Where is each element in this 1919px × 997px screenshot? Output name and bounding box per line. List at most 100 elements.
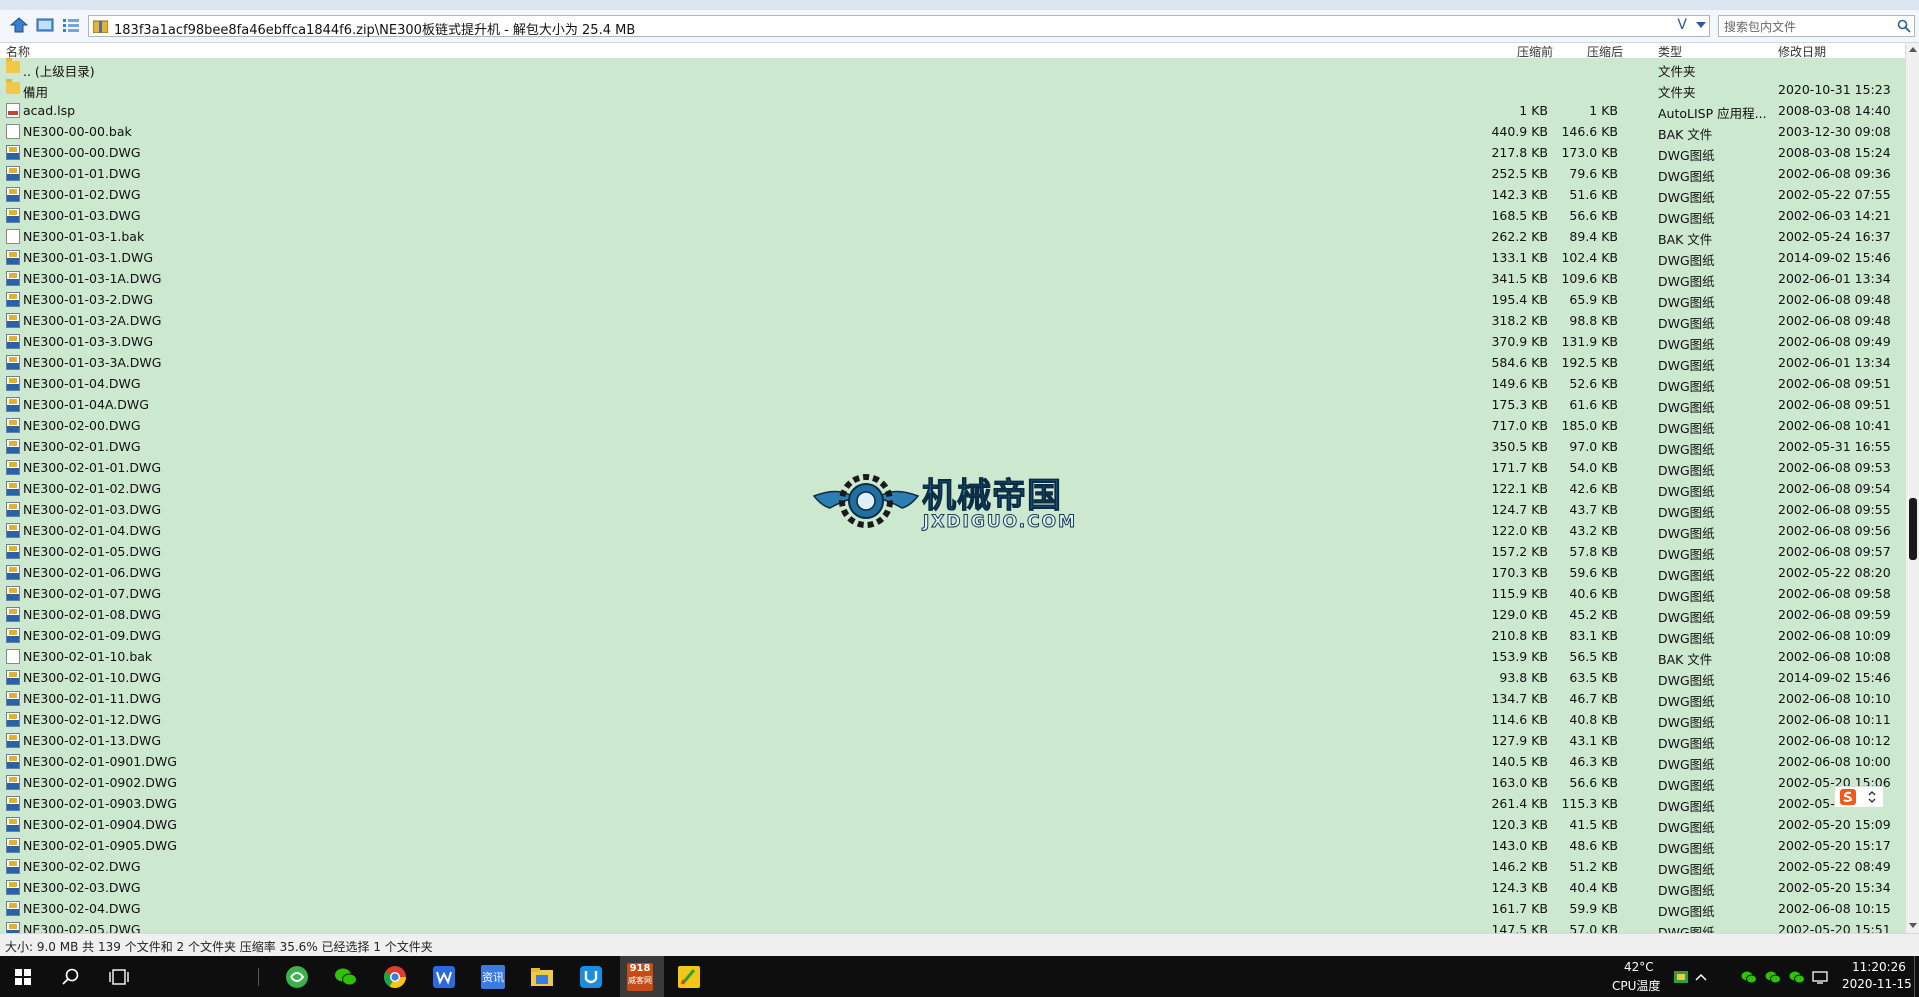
file-packed-size: 146.6 KB xyxy=(1561,124,1618,139)
file-name: NE300-02-01-11.DWG xyxy=(23,691,162,706)
file-row[interactable]: 備用 文件夹 2020-10-31 15:23 xyxy=(0,79,1905,100)
dwg-file-icon xyxy=(6,187,20,202)
file-row[interactable]: NE300-02-01.DWG 350.5 KB 97.0 KB DWG图纸 2002-… xyxy=(0,436,1905,457)
taskbar-news[interactable]: 资讯 xyxy=(480,964,506,990)
tray-app[interactable] xyxy=(1672,964,1690,990)
lsp-file-icon xyxy=(6,103,20,118)
search-icon[interactable] xyxy=(1897,19,1911,33)
file-row[interactable]: NE300-02-01-0903.DWG 261.4 KB 115.3 KB DWG图… xyxy=(0,793,1905,814)
file-row[interactable]: NE300-02-01-0905.DWG 143.0 KB 48.6 KB DWG图纸… xyxy=(0,835,1905,856)
tray-expand-button[interactable] xyxy=(1692,964,1710,990)
file-compressed-size: 252.5 KB xyxy=(1491,166,1548,181)
address-history-icon[interactable]: V xyxy=(1677,17,1687,33)
file-row[interactable]: NE300-01-03-1.DWG 133.1 KB 102.4 KB DWG图纸 20… xyxy=(0,247,1905,268)
file-row[interactable]: NE300-02-05.DWG 147.5 KB 57.0 KB DWG图纸 2002-… xyxy=(0,919,1905,933)
file-row[interactable]: NE300-02-01-0901.DWG 140.5 KB 46.3 KB DWG图纸… xyxy=(0,751,1905,772)
search-box[interactable] xyxy=(1718,15,1915,37)
file-row[interactable]: NE300-02-03.DWG 124.3 KB 40.4 KB DWG图纸 2002-… xyxy=(0,877,1905,898)
file-compressed-size: 93.8 KB xyxy=(1499,670,1548,685)
address-bar[interactable]: 183f3a1acf98bee8fa46ebffca1844f6.zip\NE3… xyxy=(88,15,1710,38)
file-modified: 2002-06-08 09:58 xyxy=(1778,586,1891,601)
file-row[interactable]: NE300-01-04A.DWG 175.3 KB 61.6 KB DWG图纸 2002… xyxy=(0,394,1905,415)
up-folder-button[interactable] xyxy=(8,15,30,35)
taskbar-918-app[interactable]: 918 威客网 xyxy=(627,963,653,991)
file-row[interactable]: NE300-01-02.DWG 142.3 KB 51.6 KB DWG图纸 2002-… xyxy=(0,184,1905,205)
file-row[interactable]: NE300-02-04.DWG 161.7 KB 59.9 KB DWG图纸 2002-… xyxy=(0,898,1905,919)
start-button[interactable] xyxy=(10,964,36,990)
taskbar-uu-app[interactable] xyxy=(578,964,604,990)
file-row[interactable]: NE300-01-03-1.bak 262.2 KB 89.4 KB BAK 文件 20… xyxy=(0,226,1905,247)
taskbar-notes-app[interactable] xyxy=(676,964,702,990)
address-dropdown-icon[interactable] xyxy=(1696,22,1706,28)
taskbar-chrome[interactable] xyxy=(382,964,408,990)
cpu-temperature-label: CPU温度 xyxy=(1612,979,1661,993)
tray-wechat-3[interactable] xyxy=(1788,964,1806,990)
file-row[interactable]: NE300-02-01-0904.DWG 120.3 KB 41.5 KB DWG图纸… xyxy=(0,814,1905,835)
scroll-down-icon[interactable] xyxy=(1909,923,1917,928)
file-row[interactable]: NE300-01-04.DWG 149.6 KB 52.6 KB DWG图纸 2002-… xyxy=(0,373,1905,394)
tray-flag-icon xyxy=(1674,971,1688,983)
vertical-scrollbar[interactable] xyxy=(1905,43,1919,933)
dwg-file-icon xyxy=(6,292,20,307)
file-row[interactable]: NE300-02-01-10.bak 153.9 KB 56.5 KB BAK 文件 2… xyxy=(0,646,1905,667)
tray-wechat-1[interactable] xyxy=(1740,964,1758,990)
view-details-button[interactable] xyxy=(60,15,82,35)
view-icons-button[interactable] xyxy=(34,15,56,35)
file-name: NE300-02-01-09.DWG xyxy=(23,628,162,643)
file-row[interactable]: NE300-02-00.DWG 717.0 KB 185.0 KB DWG图纸 2002… xyxy=(0,415,1905,436)
folder-icon xyxy=(531,968,553,986)
file-modified: 2014-09-02 15:46 xyxy=(1778,250,1891,265)
tray-network[interactable] xyxy=(1811,964,1829,990)
file-row[interactable]: NE300-02-01-08.DWG 129.0 KB 45.2 KB DWG图纸 20… xyxy=(0,604,1905,625)
file-row[interactable]: NE300-02-01-07.DWG 115.9 KB 40.6 KB DWG图纸 20… xyxy=(0,583,1905,604)
tray-wechat-2[interactable] xyxy=(1764,964,1782,990)
file-row[interactable]: NE300-01-03.DWG 168.5 KB 56.6 KB DWG图纸 2002-… xyxy=(0,205,1905,226)
file-name: NE300-01-03-2A.DWG xyxy=(23,313,162,328)
file-row[interactable]: NE300-02-01-0902.DWG 163.0 KB 56.6 KB DWG图纸… xyxy=(0,772,1905,793)
search-input[interactable] xyxy=(1722,17,1894,37)
file-row[interactable]: NE300-00-00.bak 440.9 KB 146.6 KB BAK 文件 200… xyxy=(0,121,1905,142)
file-type: DWG图纸 xyxy=(1658,379,1715,394)
taskbar-search-button[interactable] xyxy=(58,964,84,990)
file-row[interactable]: NE300-02-01-05.DWG 157.2 KB 57.8 KB DWG图纸 20… xyxy=(0,541,1905,562)
file-row[interactable]: NE300-02-02.DWG 146.2 KB 51.2 KB DWG图纸 2002-… xyxy=(0,856,1905,877)
clock-time[interactable]: 11:20:26 xyxy=(1852,960,1906,974)
file-row[interactable]: .. (上级目录) 文件夹 xyxy=(0,58,1905,79)
file-row[interactable]: NE300-02-01-11.DWG 134.7 KB 46.7 KB DWG图纸 20… xyxy=(0,688,1905,709)
file-row[interactable]: NE300-01-03-2A.DWG 318.2 KB 98.8 KB DWG图纸 20… xyxy=(0,310,1905,331)
file-row[interactable]: NE300-01-03-3A.DWG 584.6 KB 192.5 KB DWG图纸 2… xyxy=(0,352,1905,373)
file-row[interactable]: NE300-02-01-10.DWG 93.8 KB 63.5 KB DWG图纸 201… xyxy=(0,667,1905,688)
file-modified: 2002-06-01 13:34 xyxy=(1778,355,1891,370)
file-type: DWG图纸 xyxy=(1658,673,1715,688)
918-app-icon: 918 威客网 xyxy=(627,963,653,991)
task-view-button[interactable] xyxy=(106,964,132,990)
scroll-up-icon[interactable] xyxy=(1909,47,1917,52)
file-row[interactable]: NE300-02-01-06.DWG 170.3 KB 59.6 KB DWG图纸 20… xyxy=(0,562,1905,583)
floating-widget[interactable] xyxy=(1834,786,1884,808)
file-row[interactable]: NE300-02-01-09.DWG 210.8 KB 83.1 KB DWG图纸 20… xyxy=(0,625,1905,646)
file-name: .. (上级目录) xyxy=(23,64,95,79)
file-row[interactable]: NE300-01-03-1A.DWG 341.5 KB 109.6 KB DWG图纸 2… xyxy=(0,268,1905,289)
file-modified: 2008-03-08 14:40 xyxy=(1778,103,1891,118)
file-name: NE300-02-01-01.DWG xyxy=(23,460,162,475)
taskbar-wps-writer[interactable] xyxy=(431,964,457,990)
file-type: DWG图纸 xyxy=(1658,883,1715,898)
sogou-input-icon[interactable] xyxy=(1839,788,1857,806)
file-row[interactable]: acad.lsp 1 KB 1 KB AutoLISP 应用程... 2008-03-0… xyxy=(0,100,1905,121)
file-modified: 2002-06-08 09:55 xyxy=(1778,502,1891,517)
file-row[interactable]: NE300-01-03-2.DWG 195.4 KB 65.9 KB DWG图纸 200… xyxy=(0,289,1905,310)
widget-chevron-icon[interactable] xyxy=(1867,790,1877,804)
folder-icon xyxy=(6,79,20,94)
file-compressed-size: 210.8 KB xyxy=(1491,628,1548,643)
scrollbar-thumb[interactable] xyxy=(1909,498,1917,560)
taskbar-file-explorer[interactable] xyxy=(529,964,555,990)
show-desktop-button[interactable] xyxy=(1914,956,1919,997)
file-row[interactable]: NE300-00-00.DWG 217.8 KB 173.0 KB DWG图纸 2008… xyxy=(0,142,1905,163)
taskbar-wechat[interactable] xyxy=(333,964,359,990)
file-row[interactable]: NE300-02-01-12.DWG 114.6 KB 40.8 KB DWG图纸 20… xyxy=(0,709,1905,730)
file-row[interactable]: NE300-02-01-13.DWG 127.9 KB 43.1 KB DWG图纸 20… xyxy=(0,730,1905,751)
file-row[interactable]: NE300-01-01.DWG 252.5 KB 79.6 KB DWG图纸 2002-… xyxy=(0,163,1905,184)
clock-date[interactable]: 2020-11-15 xyxy=(1842,977,1912,991)
taskbar-360-browser[interactable] xyxy=(284,964,310,990)
file-row[interactable]: NE300-01-03-3.DWG 370.9 KB 131.9 KB DWG图纸 20… xyxy=(0,331,1905,352)
